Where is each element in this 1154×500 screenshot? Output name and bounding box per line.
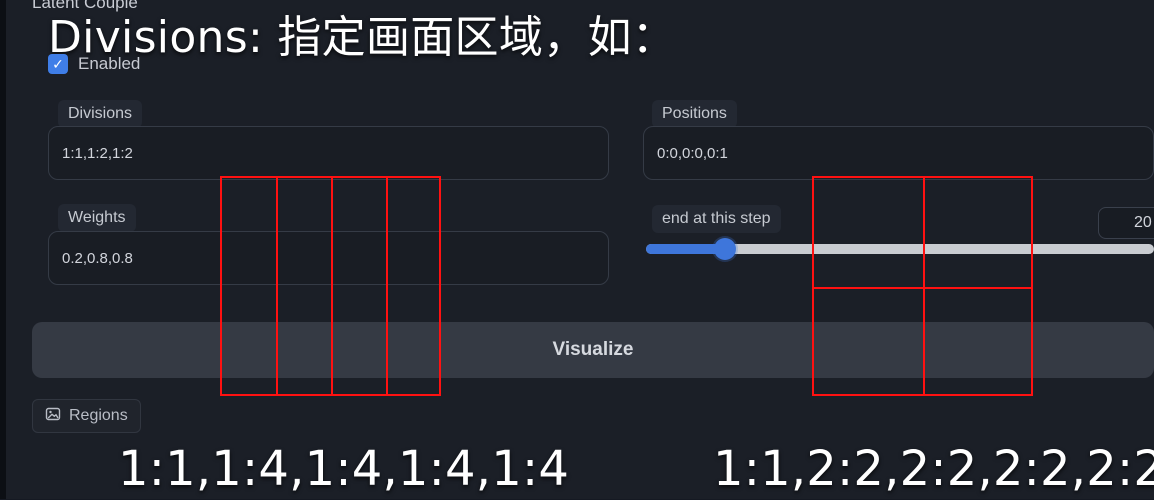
- enabled-checkbox-row[interactable]: ✓ Enabled: [48, 54, 140, 74]
- divisions-grid-overlay-right: [812, 176, 1033, 396]
- regions-tab-label: Regions: [69, 407, 128, 424]
- right-caption: 1:1,2:2,2:2,2:2,2:2: [713, 441, 1154, 497]
- positions-input[interactable]: 0:0,0:0,0:1: [643, 126, 1154, 180]
- left-grid-line-1: [276, 178, 278, 394]
- end-step-slider-thumb[interactable]: [714, 238, 736, 260]
- enabled-label: Enabled: [78, 54, 141, 73]
- regions-tab[interactable]: Regions: [32, 399, 141, 433]
- overlay-title: Divisions: 指定画面区域，如：: [48, 12, 677, 63]
- divisions-grid-overlay-left: [220, 176, 441, 396]
- end-step-label: end at this step: [652, 205, 781, 233]
- divisions-label: Divisions: [58, 100, 143, 128]
- visualize-button-label: Visualize: [552, 339, 634, 360]
- end-step-number-input[interactable]: 20: [1098, 207, 1154, 239]
- right-grid-line-horizontal: [814, 287, 1031, 289]
- left-caption: 1:1,1:4,1:4,1:4,1:4: [118, 441, 570, 497]
- divisions-input[interactable]: 1:1,1:2,1:2: [48, 126, 609, 180]
- weights-value: 0.2,0.8,0.8: [62, 249, 133, 267]
- left-grid-line-2: [331, 178, 333, 394]
- positions-value: 0:0,0:0,0:1: [657, 144, 728, 162]
- image-icon: [45, 406, 61, 427]
- right-grid-line-vertical: [923, 178, 925, 394]
- enabled-checkbox[interactable]: ✓: [48, 54, 68, 74]
- divisions-value: 1:1,1:2,1:2: [62, 144, 133, 162]
- left-grid-line-3: [386, 178, 388, 394]
- check-icon: ✓: [52, 55, 64, 72]
- weights-label: Weights: [58, 204, 136, 232]
- positions-label: Positions: [652, 100, 737, 128]
- end-step-value: 20: [1134, 214, 1152, 231]
